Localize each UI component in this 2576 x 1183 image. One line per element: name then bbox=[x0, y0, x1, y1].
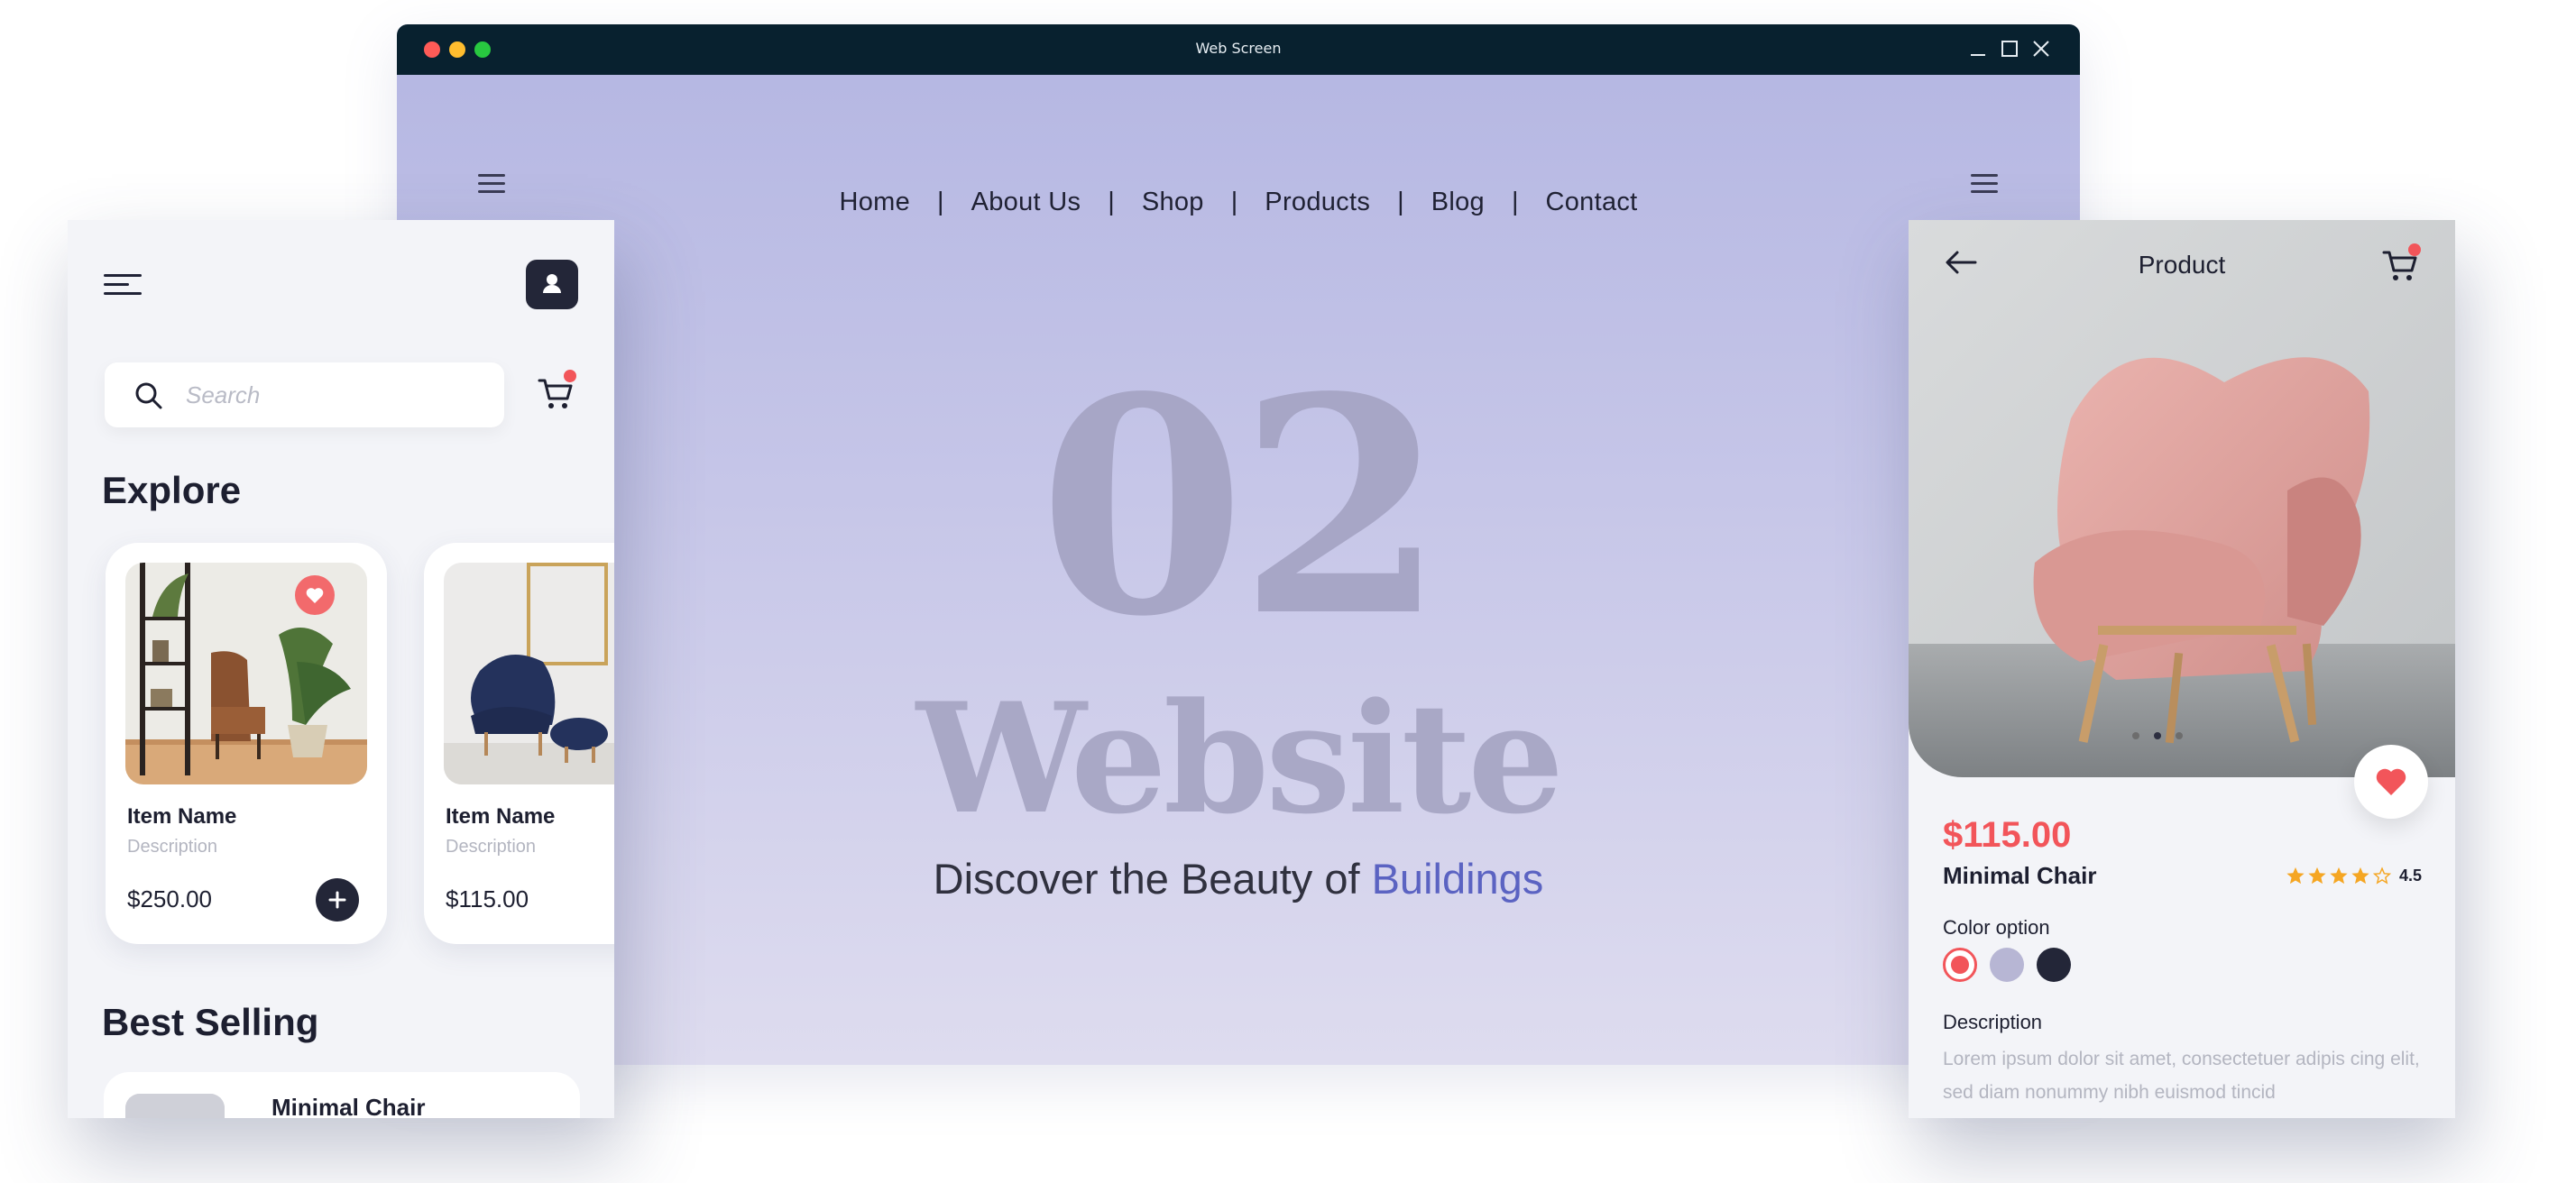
rating-value: 4.5 bbox=[2399, 866, 2423, 885]
product-name: Item Name bbox=[446, 804, 556, 829]
best-selling-item[interactable]: Minimal Chair bbox=[104, 1072, 580, 1118]
best-selling-name: Minimal Chair bbox=[271, 1094, 426, 1118]
product-rating: 4.5 bbox=[2286, 866, 2422, 885]
nav-products[interactable]: Products bbox=[1265, 188, 1370, 217]
website-window: Web Screen Home | About Us | Shop | Prod… bbox=[397, 24, 2080, 1065]
color-swatch-navy[interactable] bbox=[2037, 948, 2071, 982]
product-description: Description bbox=[446, 837, 537, 857]
mobile-shop-screen: Explore bbox=[68, 220, 614, 1118]
cart-badge bbox=[564, 370, 576, 382]
product-name: Minimal Chair bbox=[1943, 862, 2097, 889]
screen-title: Product bbox=[2138, 251, 2226, 279]
nav-blog[interactable]: Blog bbox=[1431, 188, 1485, 217]
cart-badge bbox=[2408, 243, 2421, 256]
nav-separator: | bbox=[1397, 188, 1404, 216]
nav-separator: | bbox=[1230, 188, 1238, 216]
image-pagination bbox=[2132, 732, 2183, 739]
star-filled-icon bbox=[2330, 867, 2348, 885]
search-input[interactable] bbox=[186, 375, 483, 415]
add-to-cart-button[interactable] bbox=[316, 878, 359, 922]
explore-heading: Explore bbox=[102, 469, 242, 511]
pagination-dot-active[interactable] bbox=[2154, 732, 2161, 739]
product-description: Description bbox=[127, 837, 218, 857]
product-image-navy-chair bbox=[444, 563, 614, 784]
product-name: Item Name bbox=[127, 804, 237, 829]
nav-home[interactable]: Home bbox=[839, 188, 910, 217]
maximize-icon[interactable] bbox=[1999, 38, 2020, 60]
mobile-product-screen: Product $115.00 Minimal Chair 4.5 Color … bbox=[1909, 220, 2455, 1118]
star-filled-icon bbox=[2286, 867, 2305, 885]
heart-icon bbox=[306, 588, 324, 603]
window-title: Web Screen bbox=[1195, 40, 1282, 57]
user-icon bbox=[543, 274, 561, 293]
nav-shop[interactable]: Shop bbox=[1142, 188, 1204, 217]
best-selling-thumbnail bbox=[125, 1094, 225, 1118]
nav-separator: | bbox=[1511, 188, 1519, 216]
color-swatch-red-selected[interactable] bbox=[1943, 948, 1977, 982]
product-photo bbox=[1909, 220, 2455, 777]
nav-separator: | bbox=[937, 188, 944, 216]
product-price: $115.00 bbox=[446, 885, 529, 912]
favorite-button[interactable] bbox=[295, 575, 335, 615]
product-image-armchair-shelf bbox=[125, 563, 367, 784]
close-icon[interactable] bbox=[2030, 38, 2052, 60]
pagination-dot[interactable] bbox=[2132, 732, 2139, 739]
pagination-dot[interactable] bbox=[2176, 732, 2183, 739]
heart-icon bbox=[2376, 768, 2406, 795]
tagline-accent: Buildings bbox=[1371, 855, 1544, 903]
hero-number: 02 bbox=[1038, 332, 1445, 682]
product-card[interactable]: Item Name Description $250.00 bbox=[106, 543, 387, 944]
nav-contact[interactable]: Contact bbox=[1545, 188, 1637, 217]
star-filled-icon bbox=[2351, 867, 2369, 885]
cart-button[interactable] bbox=[537, 370, 576, 413]
description-heading: Description bbox=[1943, 1011, 2043, 1033]
main-nav: Home | About Us | Shop | Products | Blog… bbox=[397, 188, 2080, 217]
description-text: Lorem ipsum dolor sit amet, consectetuer… bbox=[1943, 1049, 2420, 1103]
color-swatch-lavender[interactable] bbox=[1990, 948, 2024, 982]
product-price: $115.00 bbox=[1943, 815, 2072, 855]
search-icon bbox=[135, 382, 162, 409]
favorite-button[interactable] bbox=[2354, 745, 2428, 819]
nav-about-us[interactable]: About Us bbox=[971, 188, 1081, 217]
hero-word: Website bbox=[915, 669, 1564, 848]
showcase-stage: Web Screen Home | About Us | Shop | Prod… bbox=[0, 0, 2576, 1183]
best-selling-heading: Best Selling bbox=[102, 1001, 319, 1043]
tagline-text: Discover the Beauty of bbox=[933, 855, 1372, 903]
search-bar bbox=[105, 362, 504, 427]
product-card[interactable]: Item Name Description $115.00 bbox=[424, 543, 614, 944]
nav-separator: | bbox=[1108, 188, 1115, 216]
menu-icon[interactable] bbox=[104, 274, 142, 298]
product-price: $250.00 bbox=[127, 885, 212, 912]
window-titlebar: Web Screen bbox=[397, 24, 2080, 75]
minimize-icon[interactable] bbox=[1967, 38, 1989, 60]
star-outline-icon bbox=[2372, 867, 2392, 885]
color-option-heading: Color option bbox=[1943, 916, 2050, 939]
cart-button[interactable] bbox=[2381, 243, 2421, 285]
star-filled-icon bbox=[2308, 867, 2326, 885]
profile-button[interactable] bbox=[526, 260, 578, 309]
plus-icon bbox=[328, 891, 346, 909]
hero-tagline: Discover the Beauty of Buildings bbox=[397, 854, 2080, 903]
